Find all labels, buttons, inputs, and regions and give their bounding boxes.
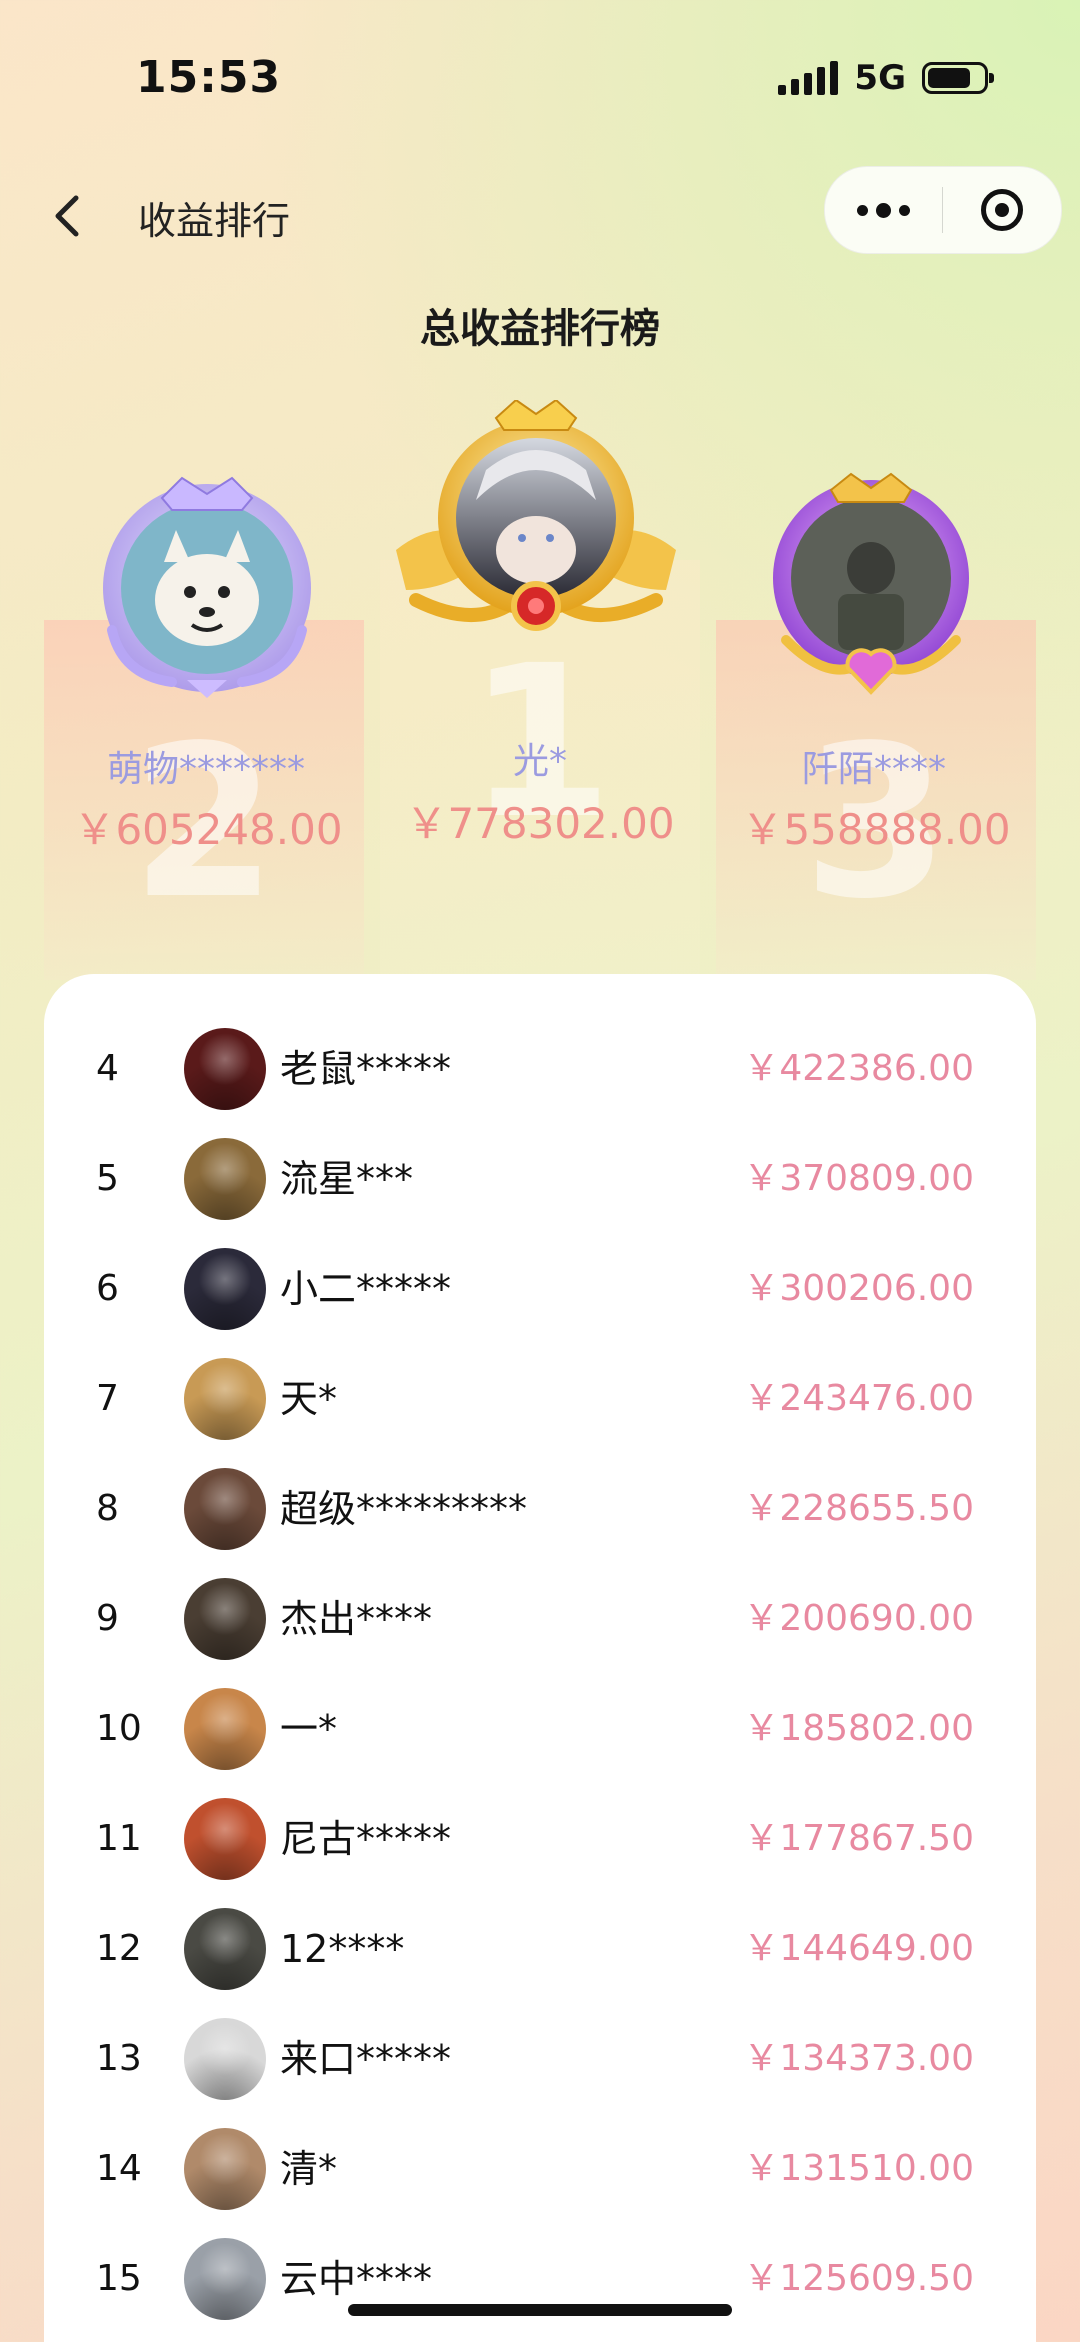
home-indicator	[348, 2304, 732, 2316]
list-item[interactable]: 10 一* ￥185802.00	[44, 1674, 1036, 1784]
avatar[interactable]	[184, 1578, 266, 1660]
rank-number: 6	[96, 1268, 119, 1309]
earnings-amount: ￥177867.50	[743, 1818, 974, 1859]
chevron-left-icon	[55, 195, 79, 237]
user-name: 杰出****	[280, 1597, 433, 1641]
ranking-list: 4 老鼠***** ￥422386.00 5 流星*** ￥370809.00 6 小二***…	[44, 974, 1036, 2342]
top-amount-rank-2: ￥605248.00	[73, 805, 343, 854]
avatar[interactable]	[184, 1468, 266, 1550]
rank-number: 4	[96, 1048, 119, 1089]
avatar-rank-3[interactable]	[756, 470, 986, 704]
page-title: 收益排行	[138, 199, 291, 243]
avatar[interactable]	[184, 1138, 266, 1220]
rank-number: 9	[96, 1598, 119, 1639]
list-item[interactable]: 6 小二***** ￥300206.00	[44, 1234, 1036, 1344]
avatar[interactable]	[184, 1688, 266, 1770]
earnings-amount: ￥144649.00	[743, 1928, 974, 1969]
user-name: 一*	[280, 1707, 338, 1751]
signal-icon	[778, 61, 839, 95]
list-item[interactable]: 12 12**** ￥144649.00	[44, 1894, 1036, 2004]
rank-number: 11	[96, 1818, 142, 1859]
avatar[interactable]	[184, 1028, 266, 1110]
avatar-rank-2[interactable]	[92, 470, 322, 704]
top-amount-rank-3: ￥558888.00	[741, 805, 1011, 854]
rank-number: 12	[96, 1928, 142, 1969]
top-name-rank-1: 光*	[512, 741, 567, 782]
earnings-amount: ￥243476.00	[743, 1378, 974, 1419]
top-name-rank-3: 阡陌****	[801, 749, 946, 790]
user-name: 清*	[280, 2147, 338, 2191]
earnings-amount: ￥422386.00	[743, 1048, 974, 1089]
status-icons: 5G	[778, 58, 994, 98]
user-name: 来口*****	[280, 2037, 452, 2081]
silver-crown-frame-icon	[103, 476, 311, 698]
earnings-amount: ￥125609.50	[743, 2258, 974, 2299]
avatar-rank-1[interactable]	[386, 398, 686, 664]
list-item[interactable]: 5 流星*** ￥370809.00	[44, 1124, 1036, 1234]
user-name: 小二*****	[280, 1267, 452, 1311]
back-button[interactable]	[48, 186, 88, 246]
rank-number: 8	[96, 1488, 119, 1529]
list-item[interactable]: 13 来口***** ￥134373.00	[44, 2004, 1036, 2114]
leaderboard-title: 总收益排行榜	[420, 306, 660, 352]
target-close-icon	[980, 189, 1023, 231]
earnings-amount: ￥134373.00	[743, 2038, 974, 2079]
mini-program-capsule	[824, 166, 1062, 254]
network-label: 5G	[854, 58, 906, 98]
earnings-amount: ￥300206.00	[743, 1268, 974, 1309]
rank-number: 7	[96, 1378, 119, 1419]
rank-number: 10	[96, 1708, 142, 1749]
list-item[interactable]: 8 超级********* ￥228655.50	[44, 1454, 1036, 1564]
list-item[interactable]: 11 尼古***** ￥177867.50	[44, 1784, 1036, 1894]
avatar[interactable]	[184, 1798, 266, 1880]
close-mini-program-button[interactable]	[943, 167, 1060, 253]
more-button[interactable]	[825, 167, 942, 253]
gold-wings-frame-icon	[396, 398, 676, 631]
rank-number: 5	[96, 1158, 119, 1199]
rank-number: 15	[96, 2258, 142, 2299]
list-item[interactable]: 15 云中**** ￥125609.50	[44, 2224, 1036, 2334]
more-dots-icon	[857, 204, 868, 216]
avatar[interactable]	[184, 2128, 266, 2210]
earnings-amount: ￥200690.00	[743, 1598, 974, 1639]
avatar[interactable]	[184, 2238, 266, 2320]
top-name-rank-2: 萌物*******	[106, 749, 305, 790]
list-item[interactable]: 14 清* ￥131510.00	[44, 2114, 1036, 2224]
avatar[interactable]	[184, 1908, 266, 1990]
top-amount-rank-1: ￥778302.00	[405, 799, 675, 848]
list-item[interactable]: 4 老鼠***** ￥422386.00	[44, 1014, 1036, 1124]
earnings-amount: ￥228655.50	[743, 1488, 974, 1529]
user-name: 流星***	[280, 1157, 414, 1201]
user-name: 12****	[280, 1927, 405, 1971]
avatar[interactable]	[184, 2018, 266, 2100]
rank-number: 13	[96, 2038, 142, 2079]
earnings-amount: ￥370809.00	[743, 1158, 974, 1199]
user-name: 尼古*****	[280, 1817, 452, 1861]
avatar[interactable]	[184, 1358, 266, 1440]
user-name: 云中****	[280, 2257, 433, 2301]
earnings-amount: ￥131510.00	[743, 2148, 974, 2189]
list-item[interactable]: 7 天* ￥243476.00	[44, 1344, 1036, 1454]
user-name: 老鼠*****	[280, 1047, 452, 1091]
rank-number: 14	[96, 2148, 142, 2189]
purple-heart-frame-icon	[773, 472, 969, 695]
list-item[interactable]: 9 杰出**** ￥200690.00	[44, 1564, 1036, 1674]
avatar[interactable]	[184, 1248, 266, 1330]
user-name: 天*	[280, 1377, 338, 1421]
status-time: 15:53	[136, 52, 282, 103]
earnings-amount: ￥185802.00	[743, 1708, 974, 1749]
battery-icon	[922, 62, 994, 94]
user-name: 超级*********	[280, 1487, 528, 1531]
